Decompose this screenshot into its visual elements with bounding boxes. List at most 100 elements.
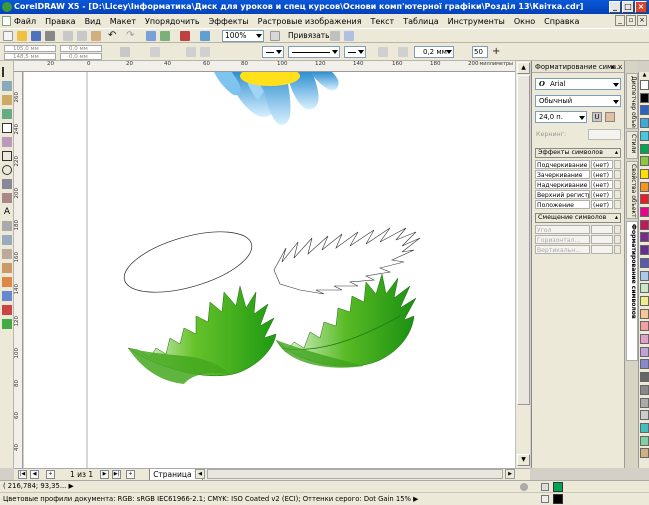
font-style-select[interactable]: Обычный [535,95,621,107]
rotation-icon[interactable] [150,47,160,57]
mirror-vertical-icon[interactable] [200,47,210,57]
shape-tool-icon[interactable] [2,81,12,91]
navigator-icon[interactable] [520,483,528,491]
horizontal-scrollbar[interactable]: ◀ ▶ [195,469,517,479]
menu-bitmaps[interactable]: Растровые изображения [258,17,362,26]
palette-swatch[interactable] [640,92,649,103]
effect-row-underline[interactable]: Подчеркивание (нет) [535,160,621,169]
ellipse-outline[interactable] [118,220,259,304]
parallel-dimension-icon[interactable] [2,235,12,245]
menu-effects[interactable]: Эффекты [209,17,249,26]
start-arrowhead-select[interactable] [262,46,284,58]
x-position-field[interactable]: 105,0 мм [4,45,56,52]
palette-swatch[interactable] [640,168,649,179]
palette-swatch[interactable] [640,143,649,154]
palette-swatch[interactable] [640,245,649,256]
pick-tool-icon[interactable] [2,67,12,77]
palette-swatch[interactable] [640,219,649,230]
fill-color-swatch[interactable] [553,482,563,492]
menu-layout[interactable]: Макет [110,17,136,26]
scroll-down-icon[interactable]: ▼ [517,454,530,466]
paste-icon[interactable] [91,31,101,41]
options-icon[interactable] [330,31,340,41]
dropdown-arrow-icon[interactable] [614,170,621,179]
kerning-field[interactable] [588,129,621,140]
full-screen-icon[interactable] [270,31,280,41]
blend-tool-icon[interactable] [2,263,12,273]
settings-icon[interactable] [344,31,354,41]
interactive-fill-icon[interactable] [2,319,12,329]
dropdown-arrow-icon[interactable] [614,200,621,209]
menu-help[interactable]: Справка [544,17,579,26]
vertical-ruler[interactable]: 260 240 220 200 180 160 140 120 100 80 6… [14,72,23,468]
flower-shape[interactable] [214,72,339,125]
undo-icon[interactable]: ↶ [108,31,118,41]
rectangle-tool-icon[interactable] [2,151,12,161]
effect-value[interactable]: (нет) [591,200,613,209]
palette-swatch[interactable] [640,118,649,129]
mirror-horizontal-icon[interactable] [186,47,196,57]
width-field[interactable]: 0,0 мм [60,45,102,52]
redo-icon[interactable]: ↷ [126,31,136,41]
crop-tool-icon[interactable] [2,95,12,105]
palette-swatch[interactable] [640,232,649,243]
minimize-icon[interactable]: _ [609,1,621,13]
last-page-icon[interactable]: ▶| [112,470,121,479]
palette-swatch[interactable] [640,422,649,433]
palette-swatch[interactable] [640,448,649,459]
scroll-right-icon[interactable]: ▶ [505,469,515,479]
palette-swatch[interactable] [640,181,649,192]
palette-swatch[interactable] [640,410,649,421]
menu-arrange[interactable]: Упорядочить [145,17,200,26]
doc-minimize-icon[interactable]: _ [615,15,625,26]
palette-swatch[interactable] [640,308,649,319]
text-color-icon[interactable] [605,112,615,122]
lock-ratio-icon[interactable] [120,47,130,57]
font-size-field[interactable]: 24,0 п. [535,111,587,123]
tab-styles[interactable]: Стили [626,131,638,159]
copy-icon[interactable] [77,31,87,41]
docker-close-icon[interactable]: × [617,61,623,72]
line-style-select[interactable] [288,46,340,58]
previous-page-icon[interactable]: ◀ [30,470,39,479]
menu-file[interactable]: Файл [14,17,36,26]
dropdown-arrow-icon[interactable] [614,180,621,189]
palette-swatch[interactable] [640,321,649,332]
fill-tool-icon[interactable] [2,305,12,315]
palette-swatch[interactable] [640,156,649,167]
smart-fill-icon[interactable] [2,137,12,147]
outline-width-select[interactable]: 0,2 мм [414,46,454,58]
basic-shapes-icon[interactable] [2,193,12,203]
palette-swatch[interactable] [640,397,649,408]
percent-field[interactable]: 50 [472,46,488,58]
menu-tools[interactable]: Инструменты [448,17,505,26]
outline-pen-icon[interactable] [398,47,408,57]
effect-row-overline[interactable]: Надчеркивание (нет) [535,180,621,189]
tab-character-formatting[interactable]: Форматирование символов [626,221,638,361]
zoom-level-select[interactable]: 100% [222,30,264,42]
connector-tool-icon[interactable] [2,249,12,259]
scroll-left-icon[interactable]: ◀ [195,469,205,479]
eyedropper-icon[interactable] [2,277,12,287]
palette-swatch[interactable] [640,295,649,306]
outline-color-swatch[interactable] [553,494,563,504]
menu-window[interactable]: Окно [514,17,535,26]
vertical-scrollbar[interactable]: ▲ ▼ [515,61,530,468]
new-document-icon[interactable] [3,31,13,41]
wrap-text-icon[interactable] [378,47,388,57]
palette-swatch[interactable] [640,270,649,281]
print-icon[interactable] [45,31,55,41]
menu-view[interactable]: Вид [85,17,101,26]
table-tool-icon[interactable] [2,221,12,231]
menu-table[interactable]: Таблица [403,17,438,26]
menu-text[interactable]: Текст [371,17,395,26]
palette-swatch[interactable] [640,80,649,90]
doc-restore-icon[interactable]: ▫ [626,15,636,26]
first-page-icon[interactable]: |◀ [18,470,27,479]
effect-row-position[interactable]: Положение (нет) [535,200,621,209]
effect-row-uppercase[interactable]: Верхний регистр (нет) [535,190,621,199]
palette-swatch[interactable] [640,384,649,395]
y-position-field[interactable]: 148,5 мм [4,53,56,60]
palette-scroll-up-icon[interactable]: ▲ [640,72,649,78]
effect-row-strikethrough[interactable]: Зачеркивание (нет) [535,170,621,179]
